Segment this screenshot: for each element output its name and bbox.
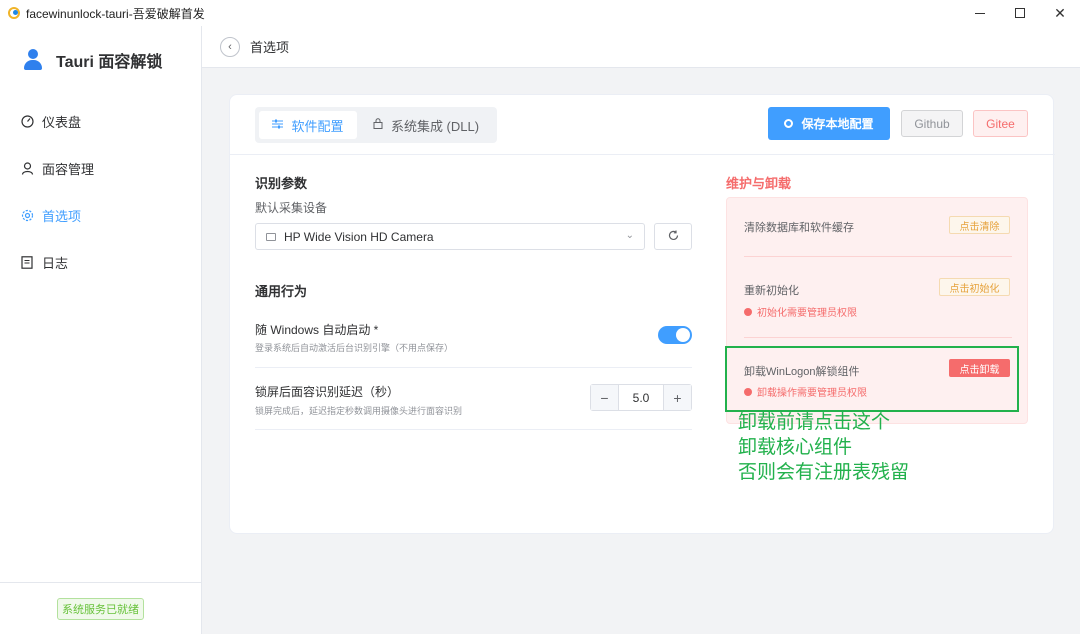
gear-icon	[20, 209, 34, 223]
maintenance-title: 维护与卸载	[726, 176, 792, 191]
sidebar-item-label: 面容管理	[42, 162, 95, 177]
window-title: facewinunlock-tauri-吾爱破解首发	[26, 6, 205, 21]
lock-icon	[373, 118, 383, 132]
minimize-button[interactable]	[960, 0, 1000, 26]
card-toolbar: 软件配置 系统集成 (DLL) 保存本地配置 Github Gitee	[230, 95, 1055, 155]
reinit-note: 初始化需要管理员权限	[744, 304, 857, 319]
close-button[interactable]: ✕	[1040, 0, 1080, 26]
sidebar-item-label: 日志	[42, 256, 69, 271]
title-bar: facewinunlock-tauri-吾爱破解首发 ✕	[0, 0, 1080, 26]
annotation-line: 卸载核心组件	[738, 437, 853, 458]
autostart-title: 随 Windows 自动启动 *	[255, 323, 379, 337]
brand-title: Tauri 面容解锁	[56, 54, 163, 71]
increment-button[interactable]: +	[663, 385, 691, 410]
page-header: ‹ 首选项	[202, 26, 1080, 68]
main-area: ‹ 首选项 软件配置 系统集成 (DLL) 保存本地配置 Github Gite…	[202, 26, 1080, 634]
delay-description: 锁屏完成后，延迟指定秒数调用摄像头进行面容识别	[255, 406, 463, 416]
status-badge: 系统服务已就绪	[57, 597, 144, 620]
sidebar-footer: 系统服务已就绪	[0, 582, 201, 634]
plus-icon: +	[673, 389, 682, 406]
refresh-devices-button[interactable]	[654, 223, 692, 250]
reinit-note-text: 初始化需要管理员权限	[757, 308, 857, 319]
delay-stepper: − 5.0 +	[590, 384, 692, 411]
annotation-line: 否则会有注册表残留	[738, 462, 910, 483]
save-label: 保存本地配置	[801, 117, 874, 131]
sliders-icon	[272, 119, 284, 132]
device-label: 默认采集设备	[255, 201, 328, 215]
chevron-down-icon: ⌄	[625, 230, 634, 241]
tab-software-config[interactable]: 软件配置	[259, 111, 357, 139]
divider	[255, 367, 692, 368]
minimize-icon	[975, 12, 985, 14]
chevron-left-icon: ‹	[228, 40, 232, 53]
back-button[interactable]: ‹	[220, 36, 240, 57]
loading-icon	[784, 119, 794, 128]
annotation-line: 卸载前请点击这个	[738, 412, 891, 433]
tab-label: 软件配置	[291, 118, 344, 134]
delay-title: 锁屏后面容识别延迟（秒）	[255, 385, 400, 399]
save-config-button[interactable]: 保存本地配置	[768, 107, 890, 140]
autostart-toggle[interactable]	[658, 326, 692, 344]
maximize-icon	[1015, 8, 1025, 18]
highlight-box	[725, 346, 1019, 412]
tab-label: 系统集成 (DLL)	[390, 118, 480, 134]
sidebar-nav: 仪表盘 面容管理 首选项 日志	[0, 98, 201, 286]
camera-select-value: HP Wide Vision HD Camera	[284, 229, 434, 244]
toggle-knob	[676, 328, 690, 342]
tab-system-integration[interactable]: 系统集成 (DLL)	[359, 111, 493, 139]
user-avatar-icon	[22, 49, 44, 71]
close-icon: ✕	[1054, 4, 1066, 21]
tab-bar: 软件配置 系统集成 (DLL)	[255, 107, 497, 143]
github-button[interactable]: Github	[901, 110, 963, 137]
general-section-title: 通用行为	[255, 284, 308, 299]
app-logo-icon	[8, 7, 20, 19]
clear-cache-label: 清除数据库和软件缓存	[744, 222, 854, 234]
document-icon	[20, 256, 34, 270]
annotation-text: 卸载前请点击这个 卸载核心组件 否则会有注册表残留	[738, 410, 909, 485]
reinit-button[interactable]: 点击初始化	[939, 278, 1010, 296]
decrement-button[interactable]: −	[591, 385, 619, 410]
sidebar: Tauri 面容解锁 仪表盘 面容管理 首选项 日志 系统服务已就绪	[0, 26, 202, 634]
clear-cache-button[interactable]: 点击清除	[949, 216, 1010, 234]
maximize-button[interactable]	[1000, 0, 1040, 26]
sidebar-item-label: 仪表盘	[42, 115, 82, 130]
recognition-section-title: 识别参数	[255, 176, 308, 191]
divider	[255, 429, 692, 430]
sidebar-item-logs[interactable]: 日志	[0, 239, 201, 286]
sidebar-item-faces[interactable]: 面容管理	[0, 145, 201, 192]
refresh-icon	[668, 230, 679, 244]
sidebar-item-preferences[interactable]: 首选项	[0, 192, 201, 239]
settings-card: 软件配置 系统集成 (DLL) 保存本地配置 Github Gitee 识别参数…	[229, 94, 1055, 534]
reinit-label: 重新初始化	[744, 285, 799, 297]
sidebar-item-label: 首选项	[42, 209, 82, 224]
user-icon	[20, 162, 34, 176]
divider	[744, 256, 1012, 257]
camera-select[interactable]: HP Wide Vision HD Camera ⌄	[255, 223, 645, 250]
minus-icon: −	[600, 389, 609, 406]
gitee-button[interactable]: Gitee	[973, 110, 1028, 137]
page-title: 首选项	[250, 40, 290, 55]
camera-icon	[266, 232, 276, 241]
divider	[744, 337, 1012, 338]
warning-icon	[744, 307, 752, 316]
sidebar-item-dashboard[interactable]: 仪表盘	[0, 98, 201, 145]
dashboard-icon	[20, 115, 34, 129]
brand: Tauri 面容解锁	[22, 48, 162, 72]
delay-value[interactable]: 5.0	[619, 385, 663, 410]
autostart-description: 登录系统后自动激活后台识别引擎（不用点保存）	[255, 343, 454, 353]
